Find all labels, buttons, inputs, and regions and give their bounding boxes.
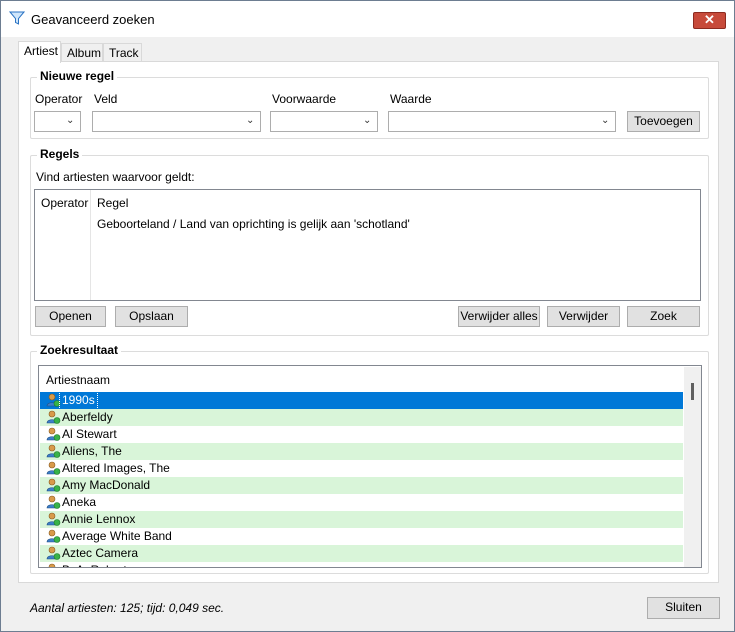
artist-name: 1990s [59,391,98,410]
rule-text-cell[interactable]: Geboorteland / Land van oprichting is ge… [97,217,410,231]
results-title: Zoekresultaat [37,343,122,357]
results-column-artist[interactable]: Artiestnaam [46,373,110,387]
save-button[interactable]: Opslaan [115,306,188,327]
artist-icon [46,410,61,425]
artist-name: Aliens, The [62,444,122,458]
rules-group: Regels Vind artiesten waarvoor geldt: Op… [30,147,709,336]
new-rule-group: Nieuwe regel Operator Veld Voorwaarde Wa… [30,69,709,139]
artist-icon [46,546,61,561]
rules-title: Regels [37,147,83,161]
artist-icon [46,393,61,408]
artist-name: Aberfeldy [62,410,113,424]
chevron-down-icon: ⌄ [66,115,75,126]
tab-panel-artiest: Nieuwe regel Operator Veld Voorwaarde Wa… [18,61,719,583]
rules-column-rule[interactable]: Regel [97,196,128,210]
list-item[interactable]: Annie Lennox [40,511,683,528]
list-item[interactable]: Amy MacDonald [40,477,683,494]
artist-icon [46,495,61,510]
remove-button[interactable]: Verwijder [547,306,620,327]
rules-list[interactable]: Operator Regel Geboorteland / Land van o… [34,189,701,301]
field-label: Veld [94,92,118,106]
tab-track[interactable]: Track [103,43,142,62]
artist-icon [46,529,61,544]
open-button[interactable]: Openen [35,306,106,327]
remove-all-button[interactable]: Verwijder alles [458,306,540,327]
list-item[interactable]: 1990s [40,391,683,410]
status-text: Aantal artiesten: 125; tijd: 0,049 sec. [30,601,225,615]
artist-name: Average White Band [62,529,172,543]
operator-label: Operator [35,92,83,106]
scrollbar-thumb[interactable] [691,383,694,400]
filter-icon [9,11,25,25]
condition-combo[interactable]: ⌄ [270,111,378,132]
condition-label: Voorwaarde [272,92,337,106]
artist-name: Al Stewart [62,427,117,441]
artist-icon [46,427,61,442]
artist-name: Amy MacDonald [62,478,151,492]
close-window-button[interactable]: ✕ [693,12,726,29]
field-combo[interactable]: ⌄ [92,111,261,132]
artist-name: Aztec Camera [62,546,139,560]
add-rule-button[interactable]: Toevoegen [627,111,700,132]
close-button[interactable]: Sluiten [647,597,720,619]
artist-name: Altered Images, The [62,461,170,475]
list-item[interactable]: Aztec Camera [40,545,683,562]
list-item[interactable]: Aliens, The [40,443,683,460]
chevron-down-icon: ⌄ [246,115,255,126]
rules-description: Vind artiesten waarvoor geldt: [36,170,195,184]
tab-artiest[interactable]: Artiest [18,41,61,63]
column-divider [90,190,91,300]
chevron-down-icon: ⌄ [601,115,610,126]
list-item[interactable]: Aneka [40,494,683,511]
artist-name: Annie Lennox [62,512,136,526]
results-group: Zoekresultaat Artiestnaam 1990s Aberfeldy… [30,343,709,574]
artist-icon [46,444,61,459]
artist-icon [46,478,61,493]
list-item[interactable]: Altered Images, The [40,460,683,477]
search-button[interactable]: Zoek [627,306,700,327]
window-title: Geavanceerd zoeken [31,12,155,27]
advanced-search-window: Geavanceerd zoeken ✕ Artiest Album Track… [0,0,735,632]
artist-name: Aneka [62,495,97,509]
value-label: Waarde [390,92,432,106]
artist-icon [46,512,61,527]
results-list[interactable]: Artiestnaam 1990s Aberfeldy Al Stewart Alie… [38,365,702,568]
rules-column-operator[interactable]: Operator [41,196,88,210]
list-item[interactable]: B. A. Robertson [40,562,683,567]
artist-icon [46,563,61,567]
list-item[interactable]: Average White Band [40,528,683,545]
chevron-down-icon: ⌄ [363,115,372,126]
list-item[interactable]: Aberfeldy [40,409,683,426]
results-scrollbar[interactable] [684,367,701,567]
new-rule-title: Nieuwe regel [37,69,118,83]
artist-icon [46,461,61,476]
value-combo[interactable]: ⌄ [388,111,616,132]
operator-combo[interactable]: ⌄ [34,111,81,132]
artist-name: B. A. Robertson [62,562,146,567]
title-bar: Geavanceerd zoeken ✕ [1,1,734,37]
list-item[interactable]: Al Stewart [40,426,683,443]
tab-album[interactable]: Album [61,43,103,62]
